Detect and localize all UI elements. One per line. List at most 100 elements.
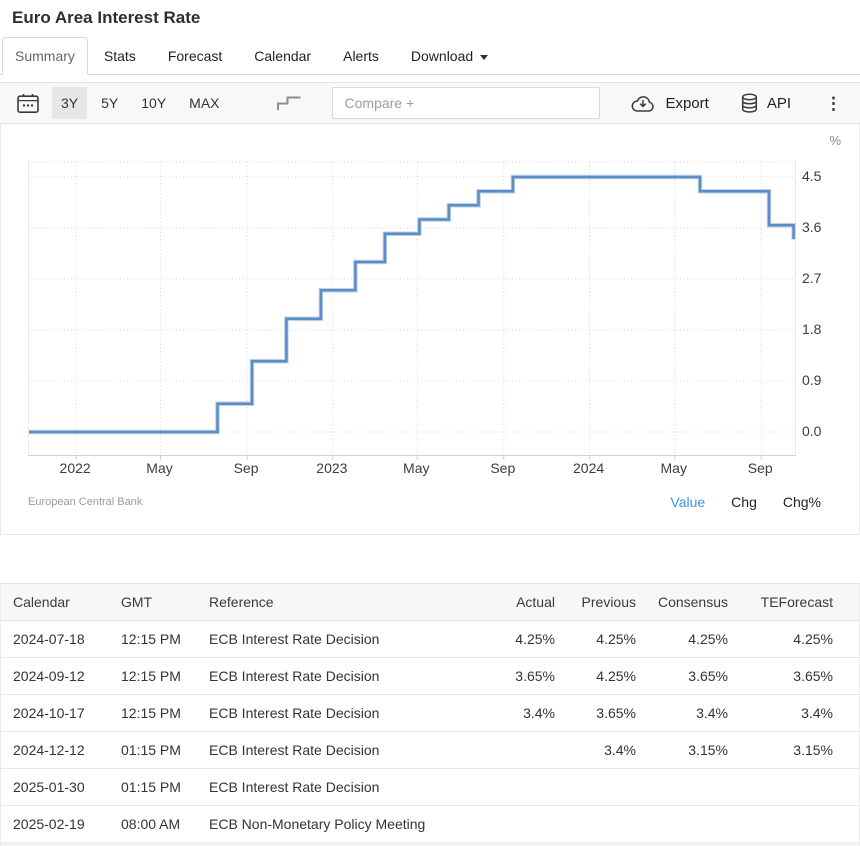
column-header: Reference: [197, 584, 483, 621]
table-cell: 08:00 AM: [109, 806, 197, 843]
step-line-chart-icon: [275, 94, 302, 112]
api-button[interactable]: API: [739, 91, 793, 116]
chg-link[interactable]: Chg: [731, 494, 757, 510]
table-row[interactable]: 2025-01-3001:15 PMECB Interest Rate Deci…: [1, 769, 859, 806]
table-row[interactable]: 2024-10-1712:15 PMECB Interest Rate Deci…: [1, 695, 859, 732]
tab-bar: Summary Stats Forecast Calendar Alerts D…: [0, 36, 860, 75]
table-cell: 2025-02-19: [1, 806, 109, 843]
table-cell: [736, 769, 859, 806]
tab-forecast[interactable]: Forecast: [152, 38, 238, 74]
range-selector: 3Y 5Y 10Y MAX: [52, 87, 229, 119]
calendar-table-body: 2024-07-1812:15 PMECB Interest Rate Deci…: [1, 621, 859, 843]
table-cell: [563, 806, 644, 843]
range-10y-button[interactable]: 10Y: [132, 87, 175, 119]
table-cell: 3.65%: [736, 658, 859, 695]
x-axis-tick-label: 2022: [60, 460, 91, 476]
y-axis-unit: %: [829, 133, 841, 148]
chart-panel: % 0.00.91.82.73.64.52022MaySep2023MaySep…: [0, 124, 860, 535]
x-axis-tick-label: 2024: [573, 460, 604, 476]
table-cell: 4.25%: [644, 621, 736, 658]
kebab-menu-icon[interactable]: ⋮: [821, 93, 846, 114]
table-cell: ECB Interest Rate Decision: [197, 695, 483, 732]
range-5y-button[interactable]: 5Y: [92, 87, 127, 119]
table-cell: ECB Interest Rate Decision: [197, 769, 483, 806]
toolbar-actions: Export API ⋮: [628, 91, 846, 116]
y-axis-tick-label: 0.0: [802, 423, 842, 439]
database-icon: [741, 93, 758, 114]
x-axis-tick-label: Sep: [490, 460, 515, 476]
x-axis-tick-label: May: [660, 460, 686, 476]
table-cell: 2025-01-30: [1, 769, 109, 806]
tab-download[interactable]: Download: [395, 38, 504, 74]
tab-alerts[interactable]: Alerts: [327, 38, 395, 74]
column-header: GMT: [109, 584, 197, 621]
chart-type-button[interactable]: [273, 92, 304, 114]
tab-summary[interactable]: Summary: [2, 37, 88, 75]
table-cell: ECB Interest Rate Decision: [197, 658, 483, 695]
compare-input[interactable]: [332, 87, 600, 119]
table-row[interactable]: 2024-09-1212:15 PMECB Interest Rate Deci…: [1, 658, 859, 695]
page-title: Euro Area Interest Rate: [0, 0, 860, 36]
table-cell: 12:15 PM: [109, 658, 197, 695]
table-row[interactable]: 2024-07-1812:15 PMECB Interest Rate Deci…: [1, 621, 859, 658]
chg-percent-link[interactable]: Chg%: [783, 494, 821, 510]
caret-down-icon: [480, 55, 488, 60]
range-3y-button[interactable]: 3Y: [52, 87, 87, 119]
value-link[interactable]: Value: [670, 494, 705, 510]
chart-plot-svg: [29, 160, 795, 455]
table-cell: 12:15 PM: [109, 621, 197, 658]
cloud-download-icon: [630, 94, 656, 113]
table-row[interactable]: 2024-12-1201:15 PMECB Interest Rate Deci…: [1, 732, 859, 769]
table-cell: [483, 732, 563, 769]
table-cell: 01:15 PM: [109, 769, 197, 806]
column-header: TEForecast: [736, 584, 859, 621]
table-cell: 3.65%: [483, 658, 563, 695]
table-cell: 3.4%: [644, 695, 736, 732]
table-cell: 3.4%: [563, 732, 644, 769]
table-header-row: CalendarGMTReferenceActualPreviousConsen…: [1, 584, 859, 621]
table-cell: [483, 806, 563, 843]
chart-footer: European Central Bank Value Chg Chg%: [28, 494, 821, 510]
table-cell: 4.25%: [483, 621, 563, 658]
table-cell: [736, 806, 859, 843]
tab-stats[interactable]: Stats: [88, 38, 152, 74]
y-axis-tick-label: 3.6: [802, 219, 842, 235]
calendar-table: CalendarGMTReferenceActualPreviousConsen…: [0, 583, 860, 846]
tab-calendar[interactable]: Calendar: [238, 38, 327, 74]
y-axis-tick-label: 1.8: [802, 321, 842, 337]
column-header: Consensus: [644, 584, 736, 621]
table-cell: 01:15 PM: [109, 732, 197, 769]
column-header: Previous: [563, 584, 644, 621]
x-axis-tick-label: 2023: [316, 460, 347, 476]
x-axis-tick-label: May: [146, 460, 172, 476]
table-cell: 4.25%: [563, 621, 644, 658]
chart-toolbar: 3Y 5Y 10Y MAX Export API ⋮: [0, 82, 860, 124]
table-cell: [563, 769, 644, 806]
table-cell: 3.4%: [483, 695, 563, 732]
calendar-icon: [16, 93, 40, 114]
y-axis-tick-label: 4.5: [802, 168, 842, 184]
table-cell: 2024-10-17: [1, 695, 109, 732]
column-header: Calendar: [1, 584, 109, 621]
interest-rate-series-line: [29, 177, 794, 432]
api-label: API: [767, 95, 791, 112]
interest-rate-series-line: [29, 177, 794, 432]
y-axis-tick-label: 0.9: [802, 372, 842, 388]
tab-download-label: Download: [411, 48, 473, 64]
chart-plot[interactable]: [28, 160, 796, 456]
table-cell: ECB Non-Monetary Policy Meeting: [197, 806, 483, 843]
table-cell: 12:15 PM: [109, 695, 197, 732]
column-header: Actual: [483, 584, 563, 621]
chart-source: European Central Bank: [28, 496, 142, 508]
export-label: Export: [665, 95, 708, 112]
range-max-button[interactable]: MAX: [180, 87, 228, 119]
table-cell: 3.65%: [644, 658, 736, 695]
date-range-calendar-button[interactable]: [14, 91, 42, 116]
export-button[interactable]: Export: [628, 92, 710, 115]
table-row[interactable]: 2025-02-1908:00 AMECB Non-Monetary Polic…: [1, 806, 859, 843]
table-cell: 3.65%: [563, 695, 644, 732]
x-axis-tick-label: Sep: [234, 460, 259, 476]
table-cell: 2024-12-12: [1, 732, 109, 769]
table-cell: [644, 806, 736, 843]
table-cell: 3.15%: [736, 732, 859, 769]
